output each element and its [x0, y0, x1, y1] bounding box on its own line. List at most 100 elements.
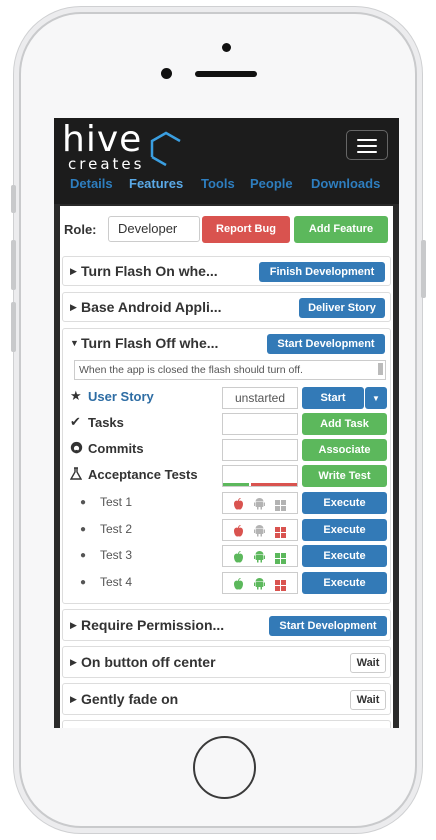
add-feature-button[interactable]: Add Feature [294, 216, 388, 243]
android-icon [254, 550, 266, 563]
feature-title: Gently fade on [81, 691, 179, 707]
start-development-button[interactable]: Start Development [267, 334, 385, 354]
caret-right-icon: ▶ [70, 694, 77, 704]
earpiece-speaker [195, 71, 257, 77]
add-task-button[interactable]: Add Task [302, 413, 387, 435]
features-panel: Role: Developer Report Bug Add Feature ▶… [60, 206, 393, 728]
associate-button[interactable]: Associate [302, 439, 387, 461]
feature-description: When the app is closed the flash should … [74, 360, 386, 380]
platform-status [222, 571, 298, 594]
apple-icon [233, 577, 245, 590]
flask-icon [70, 467, 82, 480]
app-screen: hive creates Details Features Tools Peop… [54, 118, 399, 728]
tab-tools[interactable]: Tools [201, 176, 235, 191]
tasks-label: Tasks [88, 415, 124, 430]
feature-title: Require Permission... [81, 617, 225, 633]
platform-status [222, 492, 298, 514]
finish-development-button[interactable]: Finish Development [259, 262, 385, 282]
report-bug-button[interactable]: Report Bug [202, 216, 290, 243]
logo-subtitle: creates [68, 155, 145, 173]
acceptance-tests-field [222, 465, 298, 487]
bullet-icon: ● [80, 550, 87, 561]
mute-switch [11, 185, 16, 213]
role-row: Role: Developer Report Bug Add Feature [60, 206, 393, 250]
commits-field [222, 439, 298, 461]
front-camera [161, 68, 172, 79]
deliver-story-button[interactable]: Deliver Story [299, 298, 385, 318]
execute-button[interactable]: Execute [302, 492, 387, 514]
description-text: When the app is closed the flash should … [79, 364, 303, 376]
execute-button[interactable]: Execute [302, 518, 387, 541]
android-icon [254, 497, 266, 510]
hexagon-logo-icon [150, 131, 181, 167]
feature-card[interactable]: ▶ On button off center Wait [62, 646, 391, 678]
role-select[interactable]: Developer [108, 216, 200, 242]
tests-pass-bar [223, 483, 249, 486]
feature-card[interactable]: ▶ Gently fade on Wait [62, 683, 391, 715]
execute-button[interactable]: Execute [302, 545, 387, 567]
star-icon: ★ [70, 388, 82, 403]
app-navbar: hive creates Details Features Tools Peop… [54, 118, 399, 204]
user-story-link[interactable]: User Story [88, 389, 154, 404]
bullet-icon: ● [80, 497, 87, 508]
menu-line-icon [357, 145, 377, 147]
feature-card[interactable]: ▶ Base Android Appli... Deliver Story [62, 292, 391, 322]
android-icon [254, 577, 266, 589]
tests-fail-bar [251, 483, 297, 486]
proximity-sensor [222, 43, 231, 52]
user-story-status: unstarted [222, 387, 298, 409]
feature-card[interactable]: ▶ Require Permission... Start Developmen… [62, 609, 391, 641]
android-icon [254, 524, 266, 536]
role-label: Role: [64, 222, 97, 237]
platform-status [222, 545, 298, 567]
project-tabs: Details Features Tools People Downloads [54, 176, 399, 202]
test-label: Test 2 [100, 521, 133, 536]
start-dropdown-toggle[interactable]: ▼ [365, 387, 387, 409]
bullet-icon: ● [80, 523, 87, 535]
caret-down-icon: ▼ [70, 338, 79, 348]
menu-line-icon [357, 139, 377, 141]
hive-creates-logo[interactable]: hive creates [60, 119, 190, 175]
github-icon [70, 441, 83, 454]
windows-icon [275, 525, 287, 538]
tab-features[interactable]: Features [129, 176, 183, 191]
windows-icon [275, 578, 287, 591]
acceptance-tests-label: Acceptance Tests [88, 467, 198, 482]
platform-status [222, 518, 298, 541]
windows-icon [275, 498, 287, 511]
checkmark-icon: ✔ [70, 414, 81, 429]
commits-label: Commits [88, 441, 144, 456]
caret-right-icon: ▶ [70, 657, 77, 667]
feature-title: On button off center [81, 654, 216, 670]
windows-icon [275, 551, 287, 564]
feature-title: Turn Flash On whe... [81, 263, 218, 279]
home-button[interactable] [193, 736, 256, 799]
hamburger-menu-button[interactable] [346, 130, 388, 160]
logo-wordmark: hive [62, 119, 143, 160]
caret-down-icon: ▼ [372, 394, 380, 403]
wait-button[interactable]: Wait [350, 653, 386, 673]
menu-line-icon [357, 151, 377, 153]
tab-downloads[interactable]: Downloads [311, 176, 380, 191]
apple-icon [233, 524, 245, 537]
wait-button[interactable]: Wait [350, 690, 386, 710]
tab-people[interactable]: People [250, 176, 293, 191]
write-test-button[interactable]: Write Test [302, 465, 387, 487]
tasks-field [222, 413, 298, 435]
feature-title: Base Android Appli... [81, 299, 222, 315]
feature-card-partial [62, 720, 391, 728]
power-button [421, 240, 426, 298]
volume-up-button [11, 240, 16, 290]
test-label: Test 4 [100, 574, 133, 589]
caret-right-icon: ▶ [70, 620, 77, 630]
start-story-button[interactable]: Start [302, 387, 364, 409]
apple-icon [233, 497, 245, 510]
volume-down-button [11, 302, 16, 352]
feature-title[interactable]: Turn Flash Off whe... [81, 335, 218, 351]
feature-card[interactable]: ▶ Turn Flash On whe... Finish Developmen… [62, 256, 391, 286]
test-label: Test 3 [100, 548, 133, 562]
tab-details[interactable]: Details [70, 176, 113, 191]
execute-button[interactable]: Execute [302, 571, 387, 594]
description-scrollbar[interactable] [378, 363, 383, 375]
start-development-button[interactable]: Start Development [269, 616, 387, 636]
